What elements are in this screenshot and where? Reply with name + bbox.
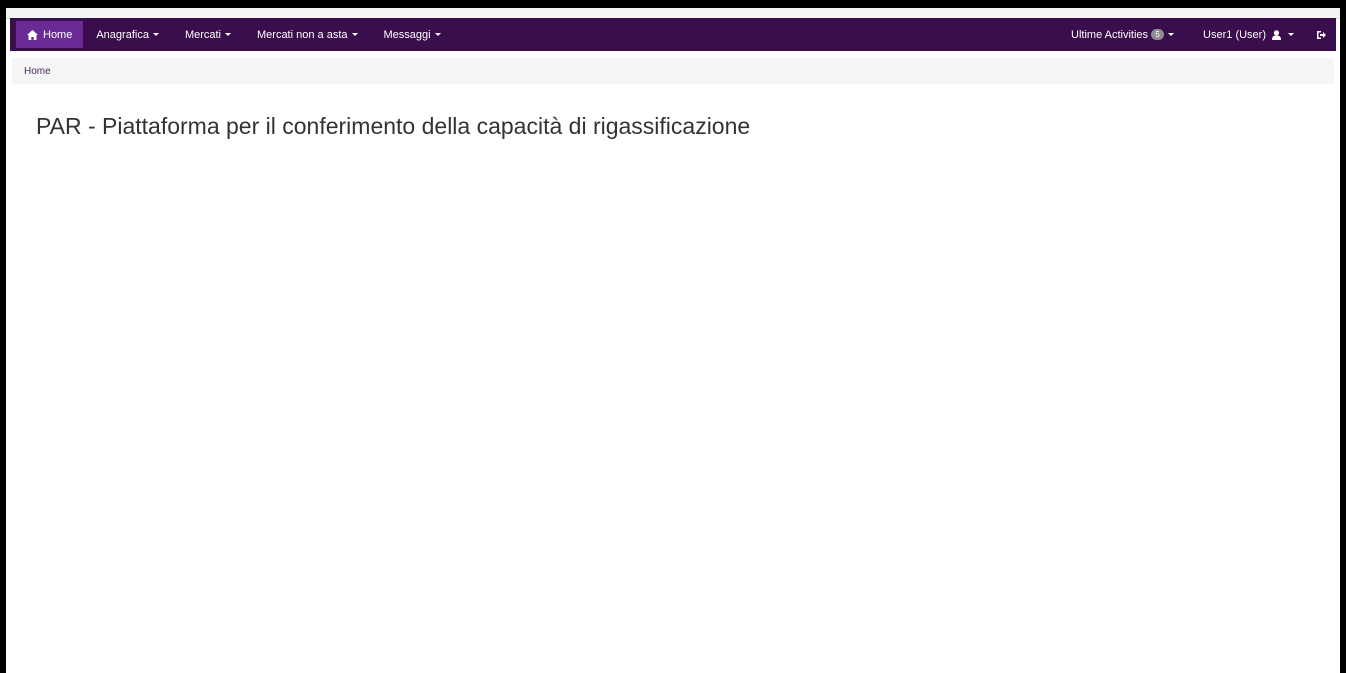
caret-down-icon (1168, 33, 1175, 36)
logout-icon (1316, 30, 1326, 40)
caret-down-icon (434, 33, 441, 36)
nav-right-group: Ultime Activities 5 User1 (User) (1058, 18, 1336, 51)
nav-left-group: Home Anagrafica Mercati Mercati non a as… (10, 18, 454, 51)
browser-viewport (0, 0, 1346, 673)
nav-mercati-non-a-asta[interactable]: Mercati non a asta (244, 18, 371, 51)
nav-messaggi[interactable]: Messaggi (371, 18, 454, 51)
page-title: PAR - Piattaforma per il conferimento de… (36, 113, 751, 139)
breadcrumb-item-home[interactable]: Home (24, 66, 51, 77)
caret-down-icon (225, 33, 231, 36)
nav-user-menu[interactable]: User1 (User) (1190, 18, 1312, 51)
caret-down-icon (351, 33, 358, 36)
nav-messaggi-label: Messaggi (383, 28, 431, 41)
nav-ultime-activities[interactable]: Ultime Activities 5 (1058, 18, 1190, 51)
user-label: User1 (User) (1203, 28, 1266, 41)
nav-home[interactable]: Home (16, 21, 84, 48)
nav-anagrafica[interactable]: Anagrafica (83, 18, 172, 51)
caret-down-icon (152, 33, 159, 36)
user-icon (1272, 29, 1281, 40)
nav-home-label: Home (43, 28, 73, 41)
activities-count-badge: 5 (1151, 29, 1165, 40)
activities-label: Ultime Activities (1071, 28, 1149, 41)
nav-mercati-label: Mercati (184, 28, 221, 41)
nav-mercati-non-a-asta-label: Mercati non a asta (257, 28, 348, 41)
caret-down-icon (1288, 33, 1294, 36)
logout-button[interactable] (1312, 18, 1336, 51)
nav-anagrafica-label: Anagrafica (96, 28, 149, 41)
home-icon (27, 29, 38, 40)
breadcrumb: Home (12, 58, 1334, 84)
nav-mercati[interactable]: Mercati (172, 18, 244, 51)
main-navbar: Home Anagrafica Mercati Mercati non a as… (10, 18, 1336, 51)
